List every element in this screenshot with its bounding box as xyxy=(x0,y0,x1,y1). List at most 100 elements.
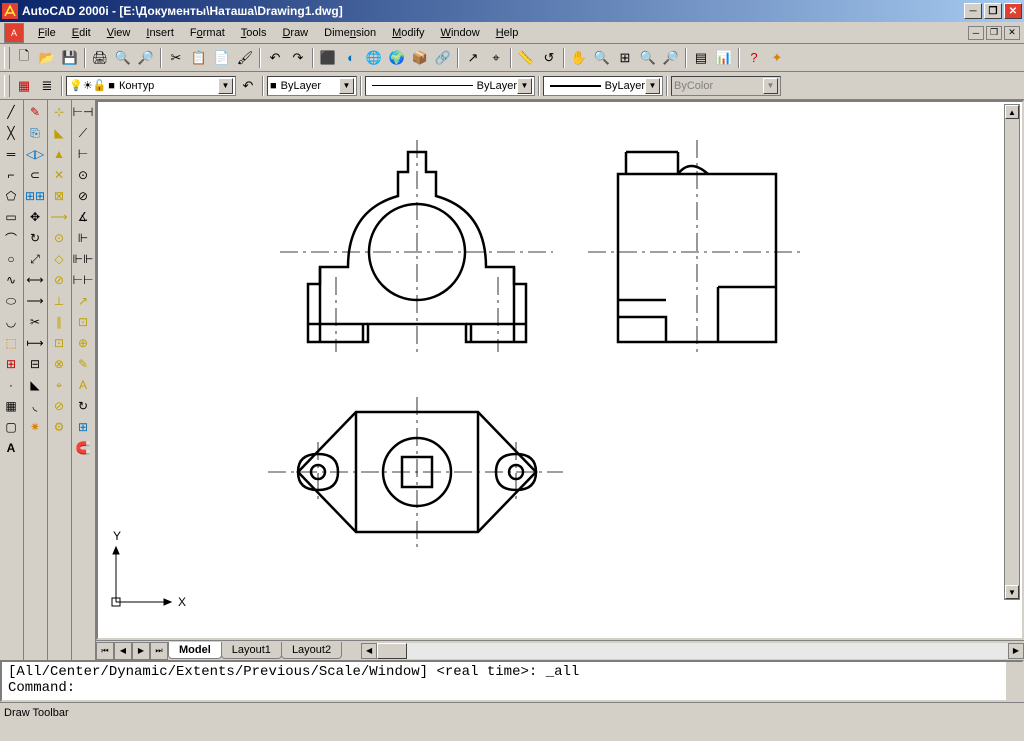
scale-button[interactable]: ⤢ xyxy=(25,249,45,269)
menu-window[interactable]: Window xyxy=(433,25,488,41)
make-block-button[interactable]: ⊞ xyxy=(1,354,21,374)
polyline-button[interactable]: ⌐ xyxy=(1,165,21,185)
properties-button[interactable]: ▤ xyxy=(690,47,712,69)
line-button[interactable]: ╱ xyxy=(1,102,21,122)
explode-button[interactable]: ✷ xyxy=(25,417,45,437)
array-button[interactable]: ⊞⊞ xyxy=(25,186,45,206)
meet-now-button[interactable]: 🌐 xyxy=(363,47,385,69)
tab-prev-button[interactable]: ◀ xyxy=(114,642,132,660)
zoom-previous-button[interactable]: 🔍 xyxy=(637,47,659,69)
layer-previous-button[interactable]: ↶ xyxy=(237,75,259,97)
scroll-right-button[interactable]: ▶ xyxy=(1008,643,1024,659)
menu-tools[interactable]: Tools xyxy=(233,25,275,41)
distance-button[interactable]: 📏 xyxy=(515,47,537,69)
mdi-minimize-button[interactable]: ─ xyxy=(968,26,984,40)
ellipse-button[interactable]: ⬭ xyxy=(1,291,21,311)
copy-button[interactable]: 📋 xyxy=(188,47,210,69)
paste-button[interactable]: 📄 xyxy=(211,47,233,69)
toolbar-handle[interactable] xyxy=(4,47,10,69)
scroll-down-button[interactable]: ▼ xyxy=(1005,585,1019,599)
tracking-button[interactable]: ↗ xyxy=(462,47,484,69)
chamfer-button[interactable]: ◣ xyxy=(25,375,45,395)
dim-center-button[interactable]: ⊕ xyxy=(73,333,93,353)
dropdown-arrow-icon[interactable]: ▼ xyxy=(645,78,660,94)
redraw-button[interactable]: ↺ xyxy=(538,47,560,69)
cut-button[interactable]: ✂ xyxy=(165,47,187,69)
dim-diameter-button[interactable]: ⊘ xyxy=(73,186,93,206)
close-button[interactable]: ✕ xyxy=(1004,3,1022,19)
copy-object-button[interactable]: ⎘ xyxy=(25,123,45,143)
layers-button[interactable]: ≣ xyxy=(36,75,58,97)
dim-aligned-button[interactable]: ⟋ xyxy=(73,123,93,143)
snap-none-button[interactable]: ⊘ xyxy=(49,396,69,416)
tab-layout2[interactable]: Layout2 xyxy=(281,642,342,659)
snap-apparent-button[interactable]: ⊠ xyxy=(49,186,69,206)
redo-button[interactable]: ↷ xyxy=(287,47,309,69)
dim-quick-button[interactable]: ⊩ xyxy=(73,228,93,248)
osnap-magnet-button[interactable]: 🧲 xyxy=(73,438,93,458)
dropdown-arrow-icon[interactable]: ▼ xyxy=(339,78,354,94)
region-button[interactable]: ▢ xyxy=(1,417,21,437)
today-button[interactable]: ⬛ xyxy=(317,47,339,69)
linetype-dropdown[interactable]: ByLayer ▼ xyxy=(365,76,535,96)
drawing-canvas[interactable]: X Y ▲ ▼ xyxy=(96,100,1024,640)
tab-first-button[interactable]: ⏮ xyxy=(96,642,114,660)
command-line[interactable]: [All/Center/Dynamic/Extents/Previous/Sca… xyxy=(0,660,1024,702)
tab-model[interactable]: Model xyxy=(168,642,222,659)
mirror-button[interactable]: ◁▷ xyxy=(25,144,45,164)
snap-midpoint-button[interactable]: ▲ xyxy=(49,144,69,164)
dim-continue-button[interactable]: ⊢⊢ xyxy=(73,270,93,290)
dim-angular-button[interactable]: ∡ xyxy=(73,207,93,227)
snap-perpendicular-button[interactable]: ⊥ xyxy=(49,291,69,311)
scroll-up-button[interactable]: ▲ xyxy=(1005,105,1019,119)
ellipse-arc-button[interactable]: ◡ xyxy=(1,312,21,332)
circle-button[interactable]: ○ xyxy=(1,249,21,269)
snap-intersection-button[interactable]: ✕ xyxy=(49,165,69,185)
vertical-scrollbar[interactable]: ▲ ▼ xyxy=(1004,104,1020,600)
publish-web-button[interactable]: 🌍 xyxy=(386,47,408,69)
dim-style-button[interactable]: ⊞ xyxy=(73,417,93,437)
insert-block-button[interactable]: ⬚ xyxy=(1,333,21,353)
lengthen-button[interactable]: ⟶ xyxy=(25,291,45,311)
menu-insert[interactable]: Insert xyxy=(138,25,182,41)
polygon-button[interactable]: ⬠ xyxy=(1,186,21,206)
autodesk-pod-button[interactable]: ◐ xyxy=(340,47,362,69)
dropdown-arrow-icon[interactable]: ▼ xyxy=(218,78,233,94)
lineweight-dropdown[interactable]: ByLayer ▼ xyxy=(543,76,663,96)
etransmit-button[interactable]: 📦 xyxy=(409,47,431,69)
hatch-button[interactable]: ▦ xyxy=(1,396,21,416)
construction-line-button[interactable]: ╳ xyxy=(1,123,21,143)
text-button[interactable]: A xyxy=(1,438,21,458)
scroll-left-button[interactable]: ◀ xyxy=(361,643,377,659)
point-button[interactable]: · xyxy=(1,375,21,395)
offset-button[interactable]: ⊂ xyxy=(25,165,45,185)
toolbar-handle[interactable] xyxy=(4,75,10,97)
color-dropdown[interactable]: ■ByLayer ▼ xyxy=(267,76,357,96)
snap-quadrant-button[interactable]: ◇ xyxy=(49,249,69,269)
pan-button[interactable]: ✋ xyxy=(568,47,590,69)
dim-ordinate-button[interactable]: ⊢ xyxy=(73,144,93,164)
find-button[interactable]: 🔎 xyxy=(135,47,157,69)
stretch-button[interactable]: ⟷ xyxy=(25,270,45,290)
menu-draw[interactable]: Draw xyxy=(274,25,316,41)
make-layer-current-button[interactable]: ▦ xyxy=(13,75,35,97)
mdi-restore-button[interactable]: ❐ xyxy=(986,26,1002,40)
new-button[interactable]: 🗋 xyxy=(13,47,35,69)
dbconnect-button[interactable]: 📊 xyxy=(713,47,735,69)
arc-button[interactable]: ⌒ xyxy=(1,228,21,248)
command-scrollbar[interactable] xyxy=(1006,662,1022,700)
multiline-button[interactable]: ═ xyxy=(1,144,21,164)
insert-hyperlink-button[interactable]: 🔗 xyxy=(432,47,454,69)
ucs-button[interactable]: ⌖ xyxy=(485,47,507,69)
menu-modify[interactable]: Modify xyxy=(384,25,432,41)
undo-button[interactable]: ↶ xyxy=(264,47,286,69)
menu-dimension[interactable]: Dimension xyxy=(316,25,384,41)
fillet-button[interactable]: ◟ xyxy=(25,396,45,416)
extend-button[interactable]: ⟼ xyxy=(25,333,45,353)
dim-tedit-button[interactable]: A xyxy=(73,375,93,395)
maximize-button[interactable]: ❐ xyxy=(984,3,1002,19)
dim-linear-button[interactable]: ⊢⊣ xyxy=(73,102,93,122)
break-button[interactable]: ⊟ xyxy=(25,354,45,374)
snap-parallel-button[interactable]: ∥ xyxy=(49,312,69,332)
menu-format[interactable]: Format xyxy=(182,25,233,41)
